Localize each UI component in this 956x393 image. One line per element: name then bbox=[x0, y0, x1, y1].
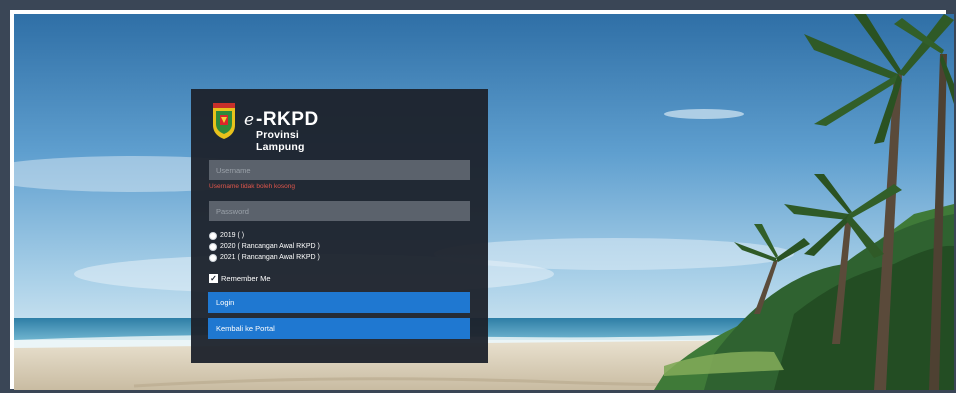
radio-circle[interactable] bbox=[209, 231, 217, 240]
year-label: 2021 ( Rancangan Awal RKPD ) bbox=[220, 254, 320, 261]
password-input[interactable] bbox=[209, 201, 470, 221]
lampung-crest-icon bbox=[213, 103, 235, 139]
login-panel: e -RKPD Provinsi Lampung Username tidak … bbox=[191, 89, 488, 363]
login-button[interactable]: Login bbox=[208, 292, 470, 313]
back-to-portal-button[interactable]: Kembali ke Portal bbox=[208, 318, 470, 339]
username-error: Username tidak boleh kosong bbox=[209, 183, 295, 190]
brand-e-prefix: e bbox=[244, 110, 255, 130]
year-radio-2019[interactable]: 2019 ( ) bbox=[209, 230, 244, 241]
remember-me[interactable]: ✓ Remember Me bbox=[209, 273, 271, 284]
year-radio-2021[interactable]: 2021 ( Rancangan Awal RKPD ) bbox=[209, 252, 320, 263]
remember-label: Remember Me bbox=[221, 274, 271, 283]
erkpd-logo: e -RKPD Provinsi Lampung bbox=[211, 103, 341, 153]
username-input[interactable] bbox=[209, 160, 470, 180]
remember-checkbox[interactable]: ✓ bbox=[209, 274, 218, 283]
check-icon: ✓ bbox=[210, 273, 217, 283]
brand-name: -RKPD bbox=[256, 109, 319, 130]
year-label: 2019 ( ) bbox=[220, 232, 245, 239]
radio-circle[interactable] bbox=[209, 242, 217, 251]
radio-circle[interactable] bbox=[209, 253, 217, 262]
year-label: 2020 ( Rancangan Awal RKPD ) bbox=[220, 243, 320, 250]
year-radio-2020[interactable]: 2020 ( Rancangan Awal RKPD ) bbox=[209, 241, 320, 252]
brand-subtitle: Provinsi Lampung bbox=[256, 129, 305, 153]
